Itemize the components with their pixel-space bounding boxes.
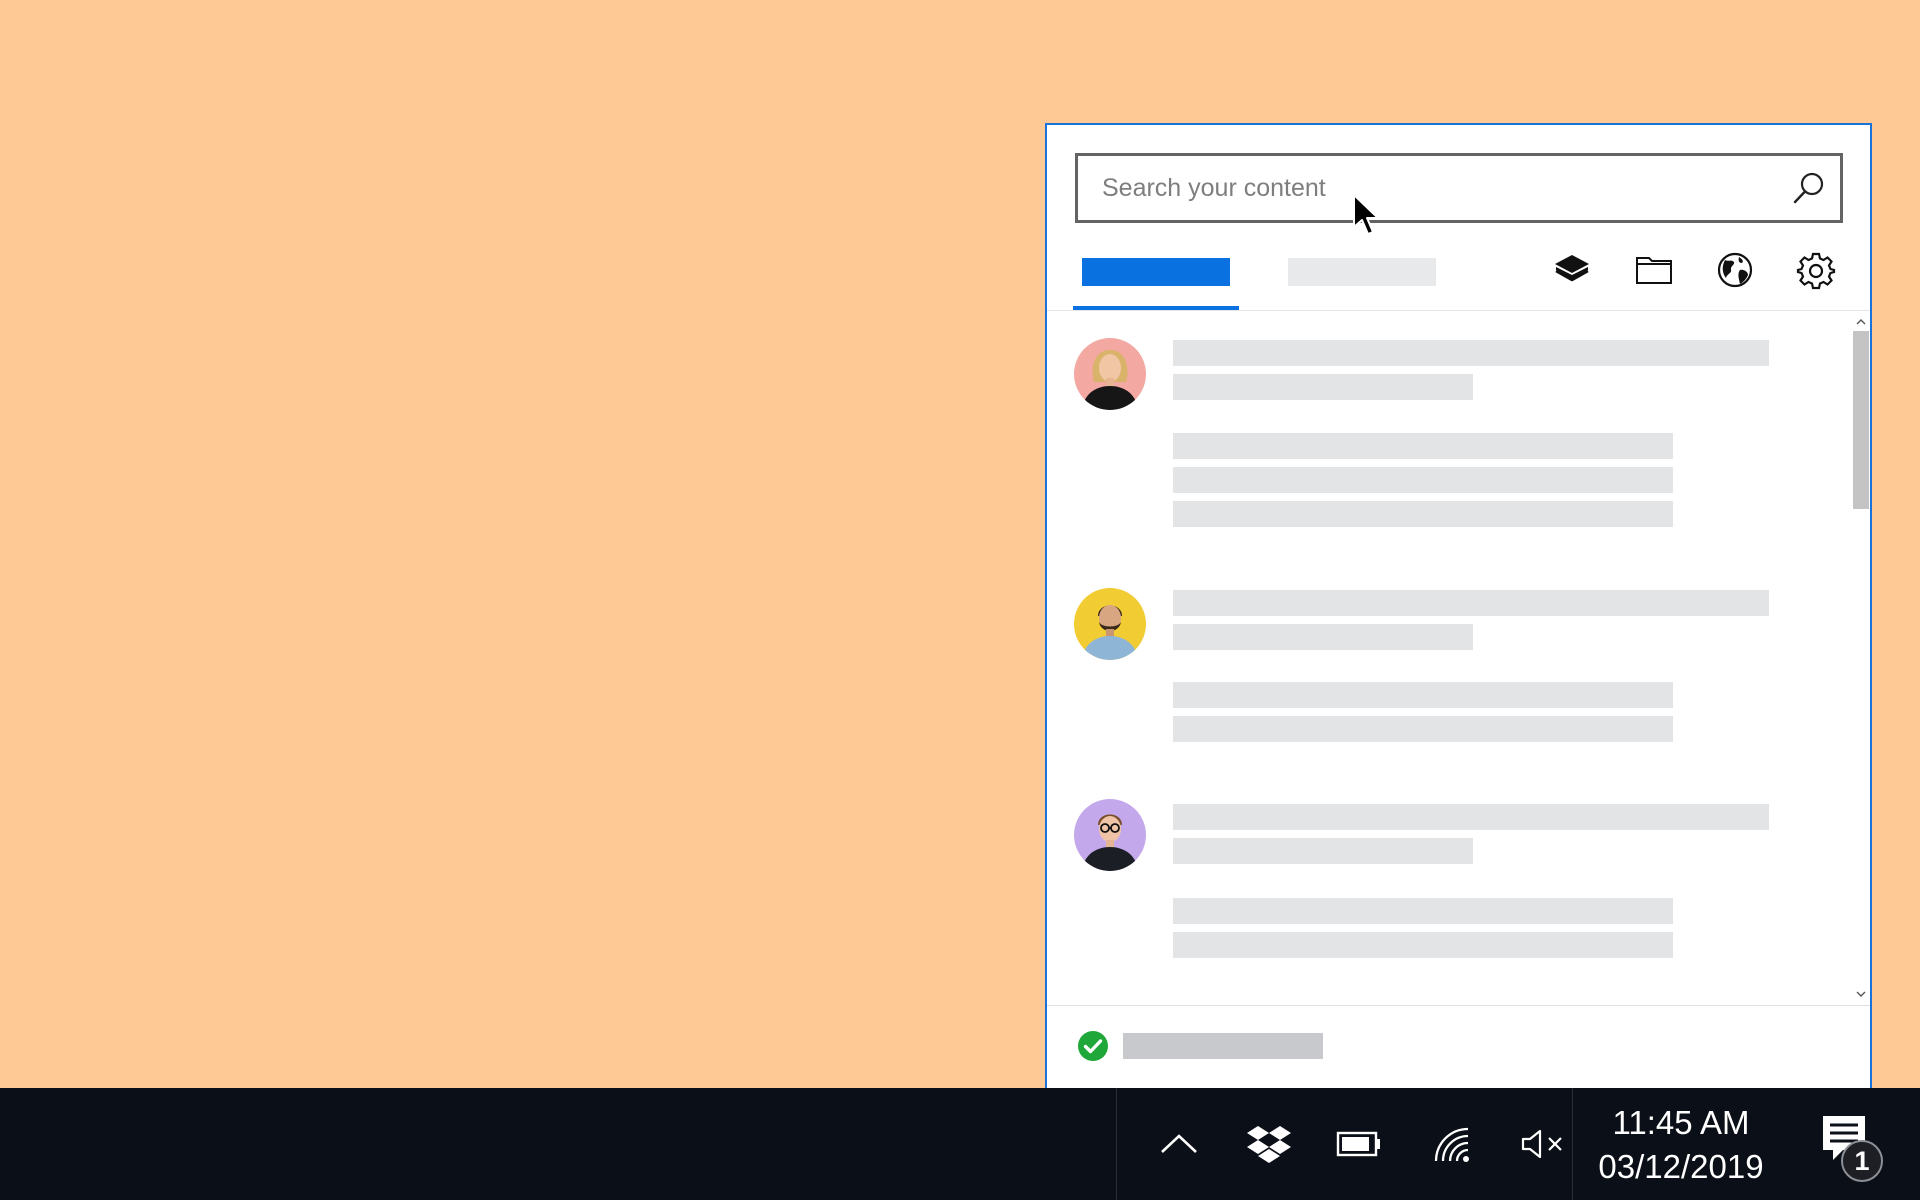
dropbox-panel	[1045, 123, 1872, 1088]
tabs-divider	[1047, 310, 1870, 311]
tab-inactive[interactable]	[1288, 258, 1436, 286]
footer-divider	[1047, 1005, 1870, 1006]
list-item[interactable]	[1047, 588, 1847, 778]
scroll-down-arrow[interactable]	[1856, 989, 1866, 999]
item-body-placeholder	[1173, 433, 1673, 459]
scrollbar[interactable]	[1852, 313, 1870, 1003]
volume-muted-icon[interactable]	[1512, 1118, 1578, 1170]
notification-count-badge: 1	[1841, 1140, 1883, 1182]
search-input[interactable]	[1078, 156, 1768, 220]
item-subtitle-placeholder	[1173, 374, 1473, 400]
item-body-placeholder	[1173, 898, 1673, 924]
list-item[interactable]	[1047, 338, 1847, 568]
avatar	[1074, 799, 1146, 871]
chevron-up-icon[interactable]	[1153, 1118, 1205, 1170]
item-title-placeholder	[1173, 340, 1769, 366]
system-clock[interactable]: 11:45 AM 03/12/2019	[1586, 1101, 1776, 1189]
item-body-placeholder	[1173, 501, 1673, 527]
battery-icon[interactable]	[1333, 1118, 1385, 1170]
search-box[interactable]	[1075, 153, 1843, 223]
wifi-icon[interactable]	[1427, 1118, 1479, 1170]
list-item[interactable]	[1047, 799, 1847, 989]
item-subtitle-placeholder	[1173, 838, 1473, 864]
clock-date: 03/12/2019	[1598, 1148, 1764, 1185]
gear-icon[interactable]	[1796, 250, 1836, 290]
item-body-placeholder	[1173, 716, 1673, 742]
item-body-placeholder	[1173, 467, 1673, 493]
item-title-placeholder	[1173, 590, 1769, 616]
item-body-placeholder	[1173, 932, 1673, 958]
search-icon[interactable]	[1792, 171, 1826, 205]
dropbox-icon[interactable]	[1243, 1118, 1295, 1170]
tab-active[interactable]	[1082, 258, 1230, 286]
avatar	[1074, 338, 1146, 410]
mouse-cursor-icon	[1353, 194, 1379, 235]
item-title-placeholder	[1173, 804, 1769, 830]
item-subtitle-placeholder	[1173, 624, 1473, 650]
taskbar-separator	[1116, 1088, 1117, 1200]
check-circle-icon	[1077, 1030, 1109, 1062]
taskbar: 11:45 AM 03/12/2019	[0, 1088, 1920, 1200]
clock-time: 11:45 AM	[1612, 1104, 1750, 1141]
folder-icon[interactable]	[1634, 250, 1674, 290]
globe-icon[interactable]	[1715, 250, 1755, 290]
sync-status-placeholder	[1123, 1033, 1323, 1059]
layers-icon[interactable]	[1552, 250, 1592, 290]
item-body-placeholder	[1173, 682, 1673, 708]
scroll-up-arrow[interactable]	[1856, 317, 1866, 327]
avatar	[1074, 588, 1146, 660]
scrollbar-thumb[interactable]	[1853, 331, 1869, 509]
